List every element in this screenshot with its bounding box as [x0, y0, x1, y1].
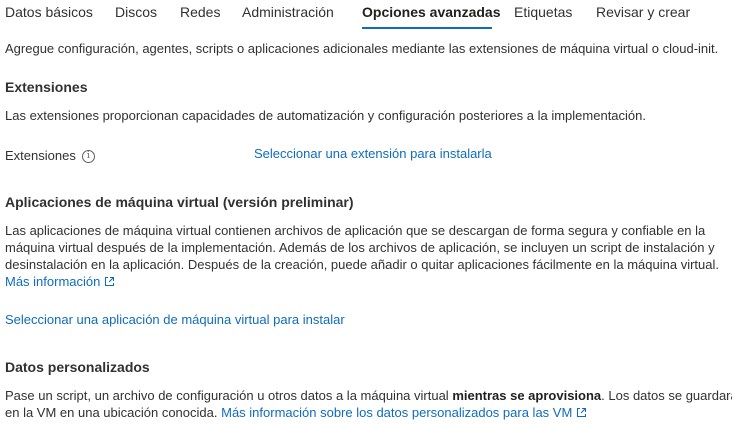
vm-apps-more-info-link[interactable]: Más información — [5, 273, 115, 291]
custom-data-line2-start: en la VM en una ubicación conocida. — [5, 405, 218, 420]
tab-disks[interactable]: Discos — [115, 3, 157, 21]
select-extension-link[interactable]: Seleccionar una extensión para instalarl… — [254, 145, 492, 163]
custom-data-more-info-label: Más información sobre los datos personal… — [221, 405, 573, 420]
external-link-icon — [577, 408, 587, 417]
select-vm-app-link[interactable]: Seleccionar una aplicación de máquina vi… — [5, 311, 345, 329]
vm-apps-description-line3: desinstalación en la aplicación. Después… — [5, 257, 719, 272]
tab-review-create[interactable]: Revisar y crear — [596, 3, 690, 21]
info-icon[interactable]: i — [81, 150, 95, 164]
custom-data-description-line1: Pase un script, un archivo de configurac… — [5, 387, 732, 405]
custom-data-line1-end: . Los datos se guardarán — [601, 388, 732, 403]
tab-advanced[interactable]: Opciones avanzadas — [362, 3, 501, 21]
vm-apps-more-info-label: Más información — [5, 274, 101, 289]
tab-tags[interactable]: Etiquetas — [514, 3, 572, 21]
tab-networking[interactable]: Redes — [180, 3, 220, 21]
custom-data-description-line2: en la VM en una ubicación conocida. Más … — [5, 404, 587, 422]
extensions-field-label: Extensiones — [5, 148, 76, 163]
tab-bar: Datos básicos Discos Redes Administració… — [0, 0, 732, 30]
custom-data-heading: Datos personalizados — [5, 359, 150, 375]
extensions-field: Extensiones i — [5, 147, 95, 165]
extensions-heading: Extensiones — [5, 79, 88, 95]
vm-apps-description-line2: máquina virtual después de la implementa… — [5, 240, 715, 255]
custom-data-line1-bold: mientras se aprovisiona — [452, 388, 602, 403]
external-link-icon — [105, 277, 115, 286]
custom-data-more-info-link[interactable]: Más información sobre los datos personal… — [221, 405, 587, 420]
custom-data-line1-start: Pase un script, un archivo de configurac… — [5, 388, 453, 403]
active-tab-indicator — [362, 27, 492, 29]
extensions-description: Las extensiones proporcionan capacidades… — [5, 108, 646, 123]
vm-apps-heading: Aplicaciones de máquina virtual (versión… — [5, 194, 354, 210]
vm-apps-description-line1: Las aplicaciones de máquina virtual cont… — [5, 223, 706, 238]
tab-management[interactable]: Administración — [242, 3, 334, 21]
tab-basics[interactable]: Datos básicos — [5, 3, 93, 21]
intro-text: Agregue configuración, agentes, scripts … — [5, 41, 719, 56]
